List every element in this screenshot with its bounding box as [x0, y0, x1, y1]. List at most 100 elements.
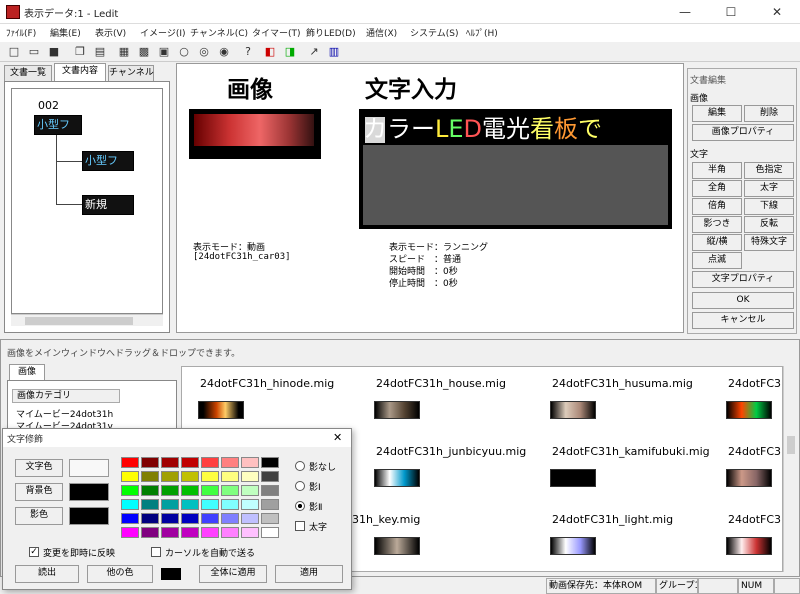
palette-swatch[interactable]: [221, 485, 239, 496]
thumb-label[interactable]: 24dotFC31h_junbicyuu.mig: [376, 445, 526, 458]
shadow2-radio[interactable]: [295, 501, 305, 511]
palette-swatch[interactable]: [201, 471, 219, 482]
thumb-label[interactable]: 24dotFC31h_house.mig: [376, 377, 506, 390]
tree-node-root[interactable]: 小型フ: [34, 115, 82, 135]
auto-cursor-checkbox[interactable]: [151, 547, 161, 557]
other-color-button[interactable]: 他の色: [87, 565, 153, 583]
palette-swatch[interactable]: [201, 485, 219, 496]
tree-node-new[interactable]: 新規: [82, 195, 134, 215]
palette-swatch[interactable]: [121, 457, 139, 468]
thumb-label[interactable]: 24dotFC3: [728, 513, 781, 526]
text-props-button[interactable]: 文字プロパティ: [692, 271, 794, 288]
palette-swatch[interactable]: [241, 527, 259, 538]
palette-swatch[interactable]: [161, 485, 179, 496]
palette-swatch[interactable]: [161, 513, 179, 524]
shadow1-radio[interactable]: [295, 481, 305, 491]
zoom-in-icon[interactable]: ◎: [196, 44, 212, 60]
scroll-thumb[interactable]: [25, 317, 133, 325]
thumb-label[interactable]: 24dotFC31h_husuma.mig: [552, 377, 693, 390]
special-char-button[interactable]: 特殊文字: [744, 234, 794, 251]
thumbnail[interactable]: [550, 537, 596, 555]
palette-swatch[interactable]: [261, 527, 279, 538]
palette-swatch[interactable]: [241, 485, 259, 496]
half-width-button[interactable]: 半角: [692, 162, 742, 179]
bold-button[interactable]: 太字: [744, 180, 794, 197]
close-icon[interactable]: ✕: [333, 431, 342, 444]
thumbnail[interactable]: [374, 469, 420, 487]
bold-checkbox[interactable]: [295, 521, 305, 531]
apply-button[interactable]: 適用: [275, 565, 343, 583]
menu-help[interactable]: ﾍﾙﾌﾟ(H): [466, 26, 498, 39]
read-button[interactable]: 読出: [15, 565, 79, 583]
tab-image[interactable]: 画像: [9, 364, 45, 380]
bg-color-button[interactable]: 背景色: [15, 483, 63, 501]
tab-doc-list[interactable]: 文書一覧: [4, 65, 52, 81]
thumb-label[interactable]: 24dotFC3: [728, 377, 781, 390]
thumbnail[interactable]: [726, 537, 772, 555]
palette-swatch[interactable]: [161, 457, 179, 468]
paste-icon[interactable]: ▤: [92, 44, 108, 60]
palette-swatch[interactable]: [161, 471, 179, 482]
palette-swatch[interactable]: [121, 513, 139, 524]
palette-swatch[interactable]: [241, 513, 259, 524]
palette-swatch[interactable]: [141, 457, 159, 468]
maximize-button[interactable]: ☐: [708, 0, 754, 24]
thumbnail[interactable]: [550, 469, 596, 487]
new-icon[interactable]: □: [6, 44, 22, 60]
palette-swatch[interactable]: [201, 457, 219, 468]
palette-swatch[interactable]: [141, 471, 159, 482]
save-icon[interactable]: ■: [46, 44, 62, 60]
zoom-icon[interactable]: ○: [176, 44, 192, 60]
color-icon[interactable]: ◧: [262, 44, 278, 60]
thumbnail[interactable]: [726, 401, 772, 419]
palette-swatch[interactable]: [261, 499, 279, 510]
menu-timer[interactable]: タイマー(T): [252, 26, 301, 39]
menu-system[interactable]: システム(S): [410, 26, 458, 39]
delete-button[interactable]: 削除: [744, 105, 794, 122]
led-preview[interactable]: カラーLED電光看板で: [359, 109, 672, 229]
menu-led[interactable]: 飾りLED(D): [306, 26, 356, 39]
help-icon[interactable]: ?: [240, 44, 256, 60]
print-setup-icon[interactable]: ▩: [136, 44, 152, 60]
close-button[interactable]: ✕: [754, 0, 800, 24]
thumbnail[interactable]: [550, 401, 596, 419]
tab-channel[interactable]: チャンネル: [108, 65, 154, 81]
palette-swatch[interactable]: [121, 471, 139, 482]
palette-swatch[interactable]: [161, 499, 179, 510]
print-icon[interactable]: ▦: [116, 44, 132, 60]
palette-swatch[interactable]: [161, 527, 179, 538]
reflect-checkbox[interactable]: ✓: [29, 547, 39, 557]
palette-swatch[interactable]: [221, 527, 239, 538]
apply-all-button[interactable]: 全体に適用: [199, 565, 267, 583]
palette-swatch[interactable]: [221, 499, 239, 510]
thumbnail[interactable]: [198, 401, 244, 419]
menu-comm[interactable]: 通信(X): [366, 26, 397, 39]
palette-swatch[interactable]: [201, 499, 219, 510]
double-button[interactable]: 倍角: [692, 198, 742, 215]
palette-swatch[interactable]: [141, 527, 159, 538]
thumb-label[interactable]: 24dotFC3: [728, 445, 781, 458]
menu-view[interactable]: 表示(V): [95, 26, 126, 39]
palette-swatch[interactable]: [141, 499, 159, 510]
palette-swatch[interactable]: [121, 499, 139, 510]
palette-swatch[interactable]: [261, 471, 279, 482]
thumb-label[interactable]: 24dotFC31h_kamifubuki.mig: [552, 445, 710, 458]
thumb-label[interactable]: 24dotFC31h_hinode.mig: [200, 377, 334, 390]
palette-swatch[interactable]: [221, 457, 239, 468]
palette-swatch[interactable]: [261, 457, 279, 468]
vertical-button[interactable]: 縦/横: [692, 234, 742, 251]
palette-swatch[interactable]: [261, 485, 279, 496]
menu-edit[interactable]: 編集(E): [50, 26, 81, 39]
thumb-label[interactable]: 31h_key.mig: [352, 513, 420, 526]
color2-icon[interactable]: ◨: [282, 44, 298, 60]
palette-swatch[interactable]: [241, 471, 259, 482]
thumbnail[interactable]: [726, 469, 772, 487]
palette-swatch[interactable]: [181, 499, 199, 510]
shadow-button[interactable]: 影つき: [692, 216, 742, 233]
palette-swatch[interactable]: [221, 513, 239, 524]
thumbnail[interactable]: [374, 537, 420, 555]
palette-swatch[interactable]: [121, 527, 139, 538]
tree-hscroll[interactable]: [11, 314, 163, 326]
palette-swatch[interactable]: [181, 485, 199, 496]
image-props-button[interactable]: 画像プロパティ: [692, 124, 794, 141]
